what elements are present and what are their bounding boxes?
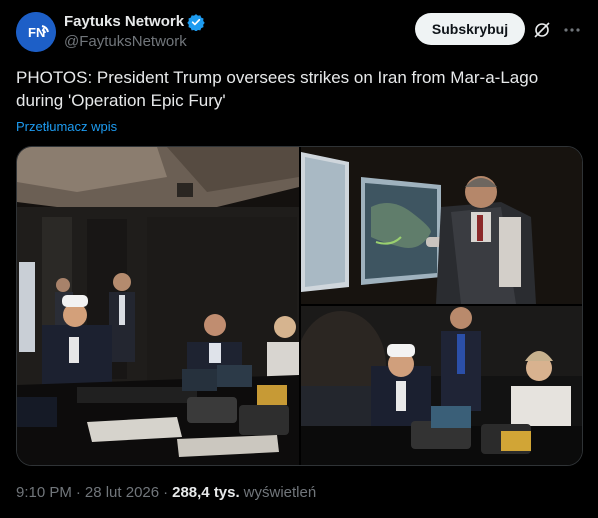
faytuks-logo-icon: FN (16, 12, 56, 52)
photo-table-closeup[interactable] (301, 306, 582, 465)
photo-situation-room-wide[interactable] (17, 147, 299, 465)
views-label: wyświetleń (243, 484, 317, 501)
post-metadata: 9:10 PM · 28 lut 2026 · 288,4 tys. wyświ… (16, 484, 316, 501)
post-text: PHOTOS: President Trump oversees strikes… (16, 68, 539, 110)
meta-separator-2: · (163, 484, 169, 501)
post-time[interactable]: 9:10 PM (16, 484, 72, 501)
media-grid (16, 146, 583, 466)
grok-icon[interactable] (532, 20, 552, 40)
post-date[interactable]: 28 lut 2026 (85, 484, 159, 501)
views-count: 288,4 tys. (172, 484, 240, 501)
author-display-name[interactable]: Faytuks Network (64, 12, 184, 32)
photo-map-briefing[interactable] (301, 147, 582, 304)
meta-separator: · (75, 484, 81, 501)
verified-badge-icon[interactable] (187, 13, 205, 31)
author-info: Faytuks Network @FaytuksNetwork (64, 12, 205, 52)
translate-post-link[interactable]: Przetłumacz wpis (16, 119, 117, 134)
subscribe-button[interactable]: Subskrybuj (415, 13, 525, 45)
author-handle[interactable]: @FaytuksNetwork (64, 32, 205, 52)
avatar[interactable]: FN (16, 12, 56, 52)
more-options-icon[interactable] (562, 20, 582, 40)
post-header: FN Faytuks Network @FaytuksNetwork Subsk… (16, 10, 582, 58)
